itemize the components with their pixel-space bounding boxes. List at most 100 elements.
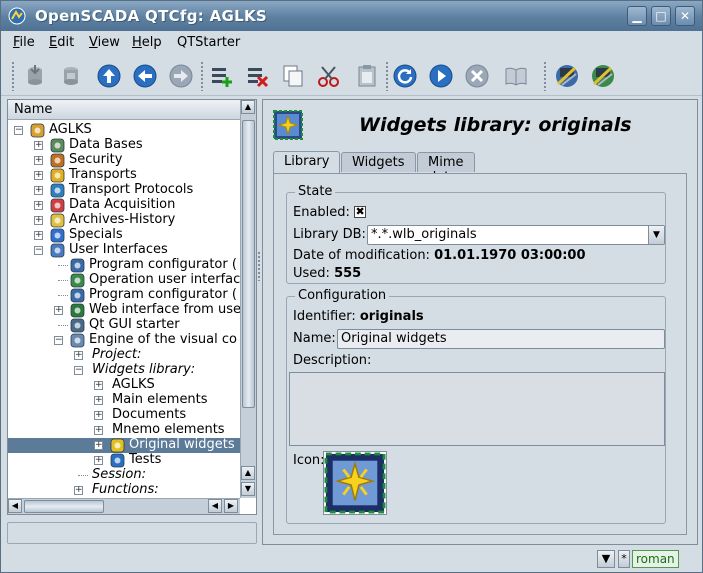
delete-item-button[interactable] [243, 62, 271, 90]
forward-button[interactable] [167, 62, 195, 90]
collapse-icon[interactable]: − [14, 126, 23, 135]
expand-icon[interactable]: + [34, 201, 43, 210]
scroll-left-arrow-icon[interactable]: ◀ [8, 499, 22, 513]
scroll-right-arrow-icon[interactable]: ▶ [224, 499, 238, 513]
library-icon-image[interactable] [323, 451, 387, 515]
paste-button[interactable] [353, 62, 381, 90]
enabled-checkbox[interactable]: ✖ [354, 205, 367, 218]
back-button[interactable] [131, 62, 159, 90]
tab-library[interactable]: Library [273, 151, 341, 173]
close-button[interactable]: ✕ [675, 6, 695, 26]
navigation-tree: − AGLKS + Data Bases + Security + Transports + Tr… [8, 121, 240, 497]
minimize-button[interactable]: ▁ [627, 6, 647, 26]
expand-icon[interactable]: + [94, 456, 103, 465]
expand-icon[interactable]: + [34, 171, 43, 180]
tree-horizontal-scroll-thumb[interactable] [24, 500, 104, 513]
tree-item[interactable]: + Data Acquisition [8, 197, 240, 213]
expand-icon[interactable]: + [34, 186, 43, 195]
scroll-left-arrow-icon[interactable]: ◀ [208, 499, 222, 513]
expand-icon[interactable]: + [94, 396, 103, 405]
tree-item[interactable]: Program configurator ( [8, 257, 240, 273]
tree-item[interactable]: + Transports [8, 167, 240, 183]
tree-item[interactable]: + Functions: [8, 482, 240, 497]
title-bar[interactable]: OpenSCADA QTCfg: AGLKS ▁ □ ✕ [1, 1, 702, 31]
menu-help[interactable]: Help [132, 35, 162, 50]
visual-config-button[interactable] [589, 62, 617, 90]
expand-icon[interactable]: + [94, 441, 103, 450]
stop-button[interactable] [463, 62, 491, 90]
collapse-icon[interactable]: − [74, 366, 83, 375]
tab-mime-data[interactable]: Mime data [417, 152, 475, 185]
scroll-down-arrow-icon[interactable]: ▼ [241, 482, 255, 496]
start-button[interactable] [427, 62, 455, 90]
tab-widgets[interactable]: Widgets [341, 152, 416, 172]
expand-icon[interactable]: + [34, 141, 43, 150]
expand-icon[interactable]: + [34, 216, 43, 225]
tree-item[interactable]: Operation user interfac [8, 272, 240, 288]
tree-item[interactable]: Qt GUI starter [8, 317, 240, 333]
tree-item[interactable]: + Project: [8, 347, 240, 363]
tree-item[interactable]: + Main elements [8, 392, 240, 408]
cut-button[interactable] [315, 62, 343, 90]
current-user-badge[interactable]: roman [632, 550, 679, 568]
tree-column-header[interactable]: Name [8, 100, 240, 120]
toolbar-grip[interactable] [11, 61, 15, 91]
collapse-icon[interactable]: − [34, 246, 43, 255]
maximize-button[interactable]: □ [651, 6, 671, 26]
db-save-button[interactable] [57, 62, 85, 90]
tree-item[interactable]: + Security [8, 152, 240, 168]
refresh-button[interactable] [391, 62, 419, 90]
copy-button[interactable] [279, 62, 307, 90]
menu-view[interactable]: View [89, 35, 120, 50]
tree-item[interactable]: + Specials [8, 227, 240, 243]
tree-item[interactable]: − User Interfaces [8, 242, 240, 258]
tree-item[interactable]: + Tests [8, 452, 240, 468]
tree-item[interactable]: + Data Bases [8, 137, 240, 153]
up-button[interactable] [95, 62, 123, 90]
menu-edit[interactable]: Edit [49, 35, 74, 50]
db-load-button[interactable] [21, 62, 49, 90]
tree-item[interactable]: + Transport Protocols [8, 182, 240, 198]
tree-item[interactable]: Program configurator ( [8, 287, 240, 303]
tree-item-label: Session: [92, 467, 146, 482]
expand-icon[interactable]: + [74, 351, 83, 360]
expand-icon[interactable]: + [94, 381, 103, 390]
expand-icon[interactable]: + [34, 156, 43, 165]
tree-item[interactable]: + Original widgets [8, 437, 240, 453]
tree-vertical-scrollbar[interactable]: ▲ ▲ ▼ [240, 100, 256, 498]
tree-item[interactable]: + Web interface from use [8, 302, 240, 318]
tree-item[interactable]: + AGLKS [8, 377, 240, 393]
collapse-icon[interactable]: − [54, 336, 63, 345]
tree-horizontal-scrollbar[interactable]: ◀ ◀ ▶ [8, 498, 240, 514]
expand-icon[interactable]: + [94, 426, 103, 435]
chevron-down-icon[interactable]: ▼ [648, 226, 664, 244]
name-input[interactable]: Original widgets [337, 329, 665, 349]
add-item-button[interactable] [207, 62, 235, 90]
expand-icon[interactable]: + [74, 486, 83, 495]
expand-icon[interactable]: + [54, 306, 63, 315]
tree-item[interactable]: + Archives-History [8, 212, 240, 228]
status-menu-button[interactable]: ▼ [597, 550, 615, 568]
expand-icon[interactable]: + [34, 231, 43, 240]
menu-qtstarter[interactable]: QTStarter [177, 35, 240, 50]
date-modification-field: Date of modification: 01.01.1970 03:00:0… [293, 248, 586, 263]
expand-icon[interactable]: + [94, 411, 103, 420]
tree-vertical-scroll-thumb[interactable] [242, 120, 255, 408]
db-save-icon [64, 67, 78, 85]
tree-item[interactable]: + Documents [8, 407, 240, 423]
tree-item[interactable]: − Widgets library: [8, 362, 240, 378]
tree-item[interactable]: − AGLKS [8, 122, 240, 138]
description-label: Description: [293, 353, 372, 368]
manual-button[interactable] [502, 62, 530, 90]
description-textarea[interactable] [289, 372, 665, 446]
program-config-button[interactable] [553, 62, 581, 90]
panel-splitter-handle[interactable] [257, 251, 261, 281]
tree-item[interactable]: Session: [8, 467, 240, 483]
library-db-select[interactable]: *.*.wlb_originals ▼ [367, 225, 665, 245]
operation-ui-icon [70, 273, 85, 288]
scroll-up-arrow-icon[interactable]: ▲ [241, 466, 255, 480]
scroll-up-arrow-icon[interactable]: ▲ [241, 100, 255, 114]
tree-item[interactable]: + Mnemo elements [8, 422, 240, 438]
menu-file[interactable]: File [13, 35, 35, 50]
tree-item[interactable]: − Engine of the visual co [8, 332, 240, 348]
